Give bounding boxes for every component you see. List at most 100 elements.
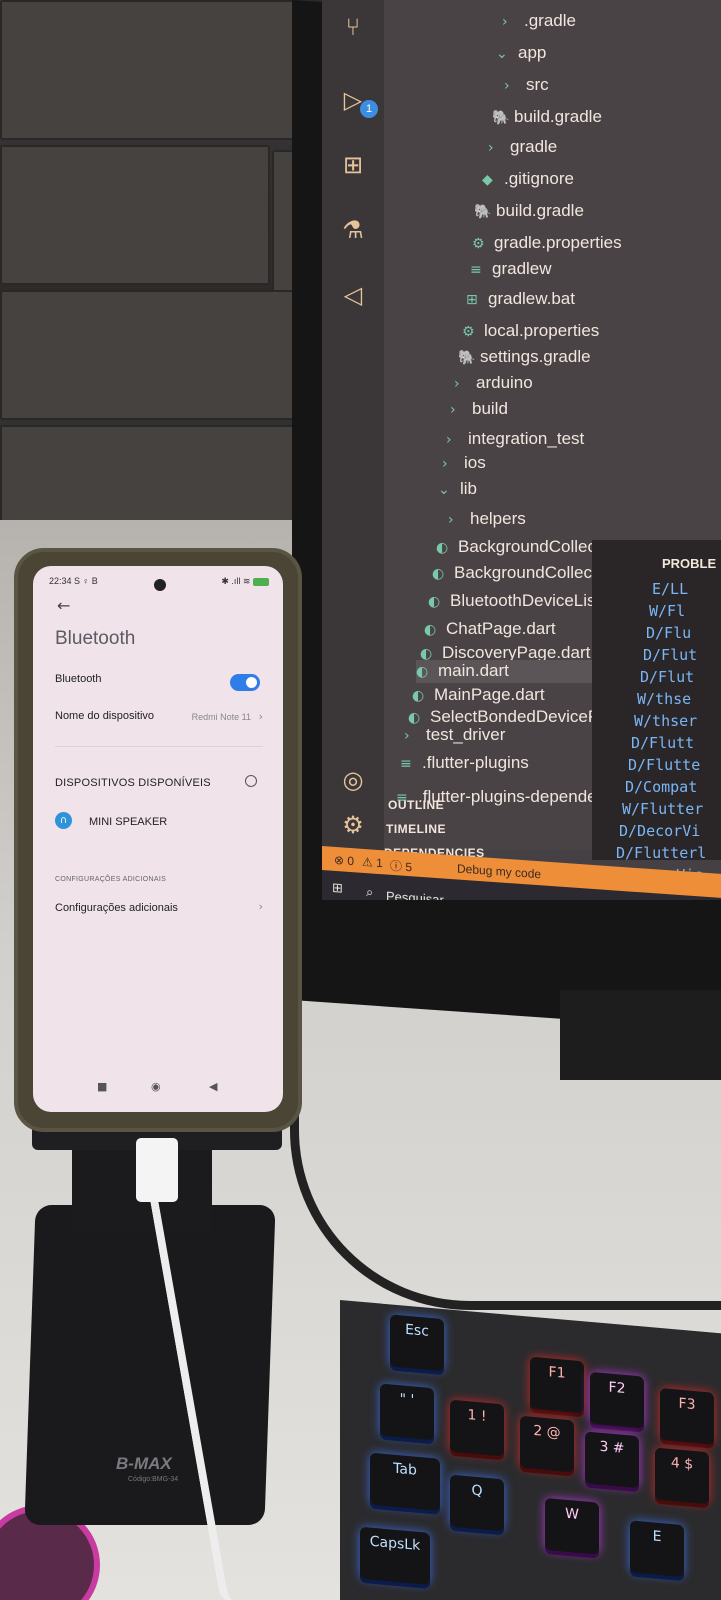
device-name-label[interactable]: Nome do dispositivo xyxy=(55,710,154,722)
explorer-item-label: build.gradle xyxy=(514,107,602,126)
stand-code: Código:BMG-34 xyxy=(128,1476,179,1483)
explorer-item[interactable]: › ios xyxy=(442,452,486,475)
explorer-item-label: .flutter-plugins xyxy=(422,753,529,772)
info-count[interactable]: ⓘ 5 xyxy=(390,857,412,876)
explorer-item[interactable]: ⚙ gradle.properties xyxy=(472,232,622,255)
console-line: D/Flutterl xyxy=(616,844,707,862)
bluetooth-toggle[interactable] xyxy=(230,674,260,691)
explorer-item-label: integration_test xyxy=(468,429,585,448)
status-time: 22:34 S ♀ B xyxy=(49,576,98,586)
gradle-icon: 🐘 xyxy=(474,204,492,220)
explorer-item[interactable]: › src xyxy=(504,74,549,97)
page-title: Bluetooth xyxy=(55,628,136,649)
keyboard-key[interactable]: Esc xyxy=(390,1314,444,1372)
explorer-item[interactable]: › .gradle xyxy=(502,10,576,33)
explorer-item-label: local.properties xyxy=(484,321,600,340)
explorer-item[interactable]: ⊞ gradlew.bat xyxy=(466,288,575,311)
home-button[interactable]: ◉ xyxy=(151,1080,161,1093)
keyboard-key[interactable]: F3 xyxy=(660,1387,714,1445)
problems-tab[interactable]: PROBLE xyxy=(662,556,716,571)
explorer-item[interactable]: ⌄ lib xyxy=(438,478,477,501)
warning-count[interactable]: ⚠ 1 xyxy=(362,855,383,870)
explorer-item[interactable]: ≡ .flutter-plugins xyxy=(400,752,529,775)
explorer-item-label: gradlew xyxy=(492,259,552,278)
keyboard-key[interactable]: W xyxy=(545,1497,599,1555)
search-icon[interactable]: ⌕ xyxy=(366,885,373,900)
activity-bar: ⑂ ▷ 1 ⊞ ⚗ ◁ ◎ ⚙ xyxy=(322,0,384,850)
keyboard-key[interactable]: F2 xyxy=(590,1371,644,1429)
keyboard-key[interactable]: 2 @ xyxy=(520,1415,574,1473)
error-count[interactable]: ⊗ 0 xyxy=(334,853,354,868)
source-control-icon[interactable]: ⑂ xyxy=(338,12,368,42)
file-icon: ≡ xyxy=(470,262,482,278)
keyboard-key[interactable]: 4 $ xyxy=(655,1447,709,1505)
stand-brand-logo: B-MAX xyxy=(116,1454,172,1473)
explorer-item-label: test_driver xyxy=(426,725,506,744)
explorer-item[interactable]: › test_driver xyxy=(404,724,505,747)
back-button[interactable]: ◀ xyxy=(209,1080,217,1093)
explorer-item[interactable]: › helpers xyxy=(448,508,526,531)
chevron-right-icon: › xyxy=(450,402,456,418)
console-line: D/Flut xyxy=(640,668,695,686)
explorer-item[interactable]: › build xyxy=(450,398,508,421)
explorer-item[interactable]: ⚙ local.properties xyxy=(462,320,599,343)
explorer-item-label: build xyxy=(472,399,508,418)
info-value: 5 xyxy=(405,859,413,875)
explorer-item-label: .gradle xyxy=(524,11,576,30)
keyboard-key[interactable]: " ' xyxy=(380,1383,434,1441)
keyboard-key[interactable]: Q xyxy=(450,1474,504,1532)
chevron-right-icon: › xyxy=(258,710,263,723)
console-line: D/Flu xyxy=(646,624,692,642)
explorer-item[interactable]: ◆ .gitignore xyxy=(482,168,574,191)
explorer-item-label: settings.gradle xyxy=(480,347,591,366)
chevron-right-icon: › xyxy=(258,900,263,913)
windows-start-icon[interactable]: ⊞ xyxy=(332,881,343,897)
debug-my-code[interactable]: Debug my code xyxy=(457,861,541,881)
keyboard-key[interactable]: F1 xyxy=(530,1356,584,1414)
keyboard-key[interactable]: Tab xyxy=(370,1452,440,1511)
console-line: D/Flutte xyxy=(628,756,701,774)
keyboard-key[interactable]: CapsLk xyxy=(360,1526,430,1585)
console-line: W/thse xyxy=(637,690,692,708)
errors-value: 0 xyxy=(347,853,355,869)
divider xyxy=(55,746,263,747)
explorer-item[interactable]: › gradle xyxy=(488,136,557,159)
console-line: D/DecorVi xyxy=(619,822,701,840)
keyboard-key[interactable]: 3 # xyxy=(585,1431,639,1489)
explorer-item[interactable]: ⌄ app xyxy=(496,42,546,65)
flutter-icon[interactable]: ◁ xyxy=(338,280,368,310)
keyboard-key[interactable]: E xyxy=(630,1520,684,1578)
outline-section[interactable]: OUTLINE xyxy=(388,798,444,812)
recents-button[interactable]: ■ xyxy=(97,1080,107,1093)
dart-icon: ◐ xyxy=(416,664,429,680)
status-left-icons: S ♀ B xyxy=(74,576,98,586)
explorer-item[interactable]: ◐ ChatPage.dart xyxy=(424,618,556,641)
warnings-value: 1 xyxy=(376,855,383,871)
explorer-item[interactable]: › arduino xyxy=(454,372,533,395)
explorer-item[interactable]: ◐ MainPage.dart xyxy=(412,684,545,707)
extensions-icon[interactable]: ⊞ xyxy=(338,150,368,180)
monitor-screen: ⑂ ▷ 1 ⊞ ⚗ ◁ ◎ ⚙ › .gradle ⌄ app › src 🐘 build.g… xyxy=(322,0,721,900)
additional-settings-item[interactable]: Configurações adicionais xyxy=(55,902,178,914)
signal-wifi-icon: ✱ .ıll ≋ xyxy=(221,576,251,586)
explorer-item[interactable]: 🐘 build.gradle xyxy=(492,106,602,129)
explorer-item[interactable]: 🐘 settings.gradle xyxy=(458,346,591,369)
back-arrow-icon[interactable]: ← xyxy=(57,596,70,615)
console-line: W/Flutter xyxy=(622,800,704,818)
console-line: W/thser xyxy=(634,712,698,730)
keyboard-key[interactable]: 1 ! xyxy=(450,1399,504,1457)
settings-gear-icon[interactable]: ⚙ xyxy=(338,810,368,840)
explorer-item[interactable]: ≡ gradlew xyxy=(470,258,552,281)
git-icon: ◆ xyxy=(482,172,493,188)
explorer-item[interactable]: › integration_test xyxy=(446,428,584,451)
testing-icon[interactable]: ⚗ xyxy=(338,215,368,245)
bluetooth-label: Bluetooth xyxy=(55,673,102,685)
account-icon[interactable]: ◎ xyxy=(338,765,368,795)
explorer-item-label: app xyxy=(518,43,547,62)
taskbar-search[interactable]: Pesquisar xyxy=(386,888,444,900)
timeline-section[interactable]: TIMELINE xyxy=(386,822,446,836)
chevron-down-icon: ⌄ xyxy=(438,482,450,498)
device-mini-speaker[interactable]: MINI SPEAKER xyxy=(89,816,167,828)
explorer-item[interactable]: 🐘 build.gradle xyxy=(474,200,584,223)
dart-icon: ◐ xyxy=(412,688,425,704)
